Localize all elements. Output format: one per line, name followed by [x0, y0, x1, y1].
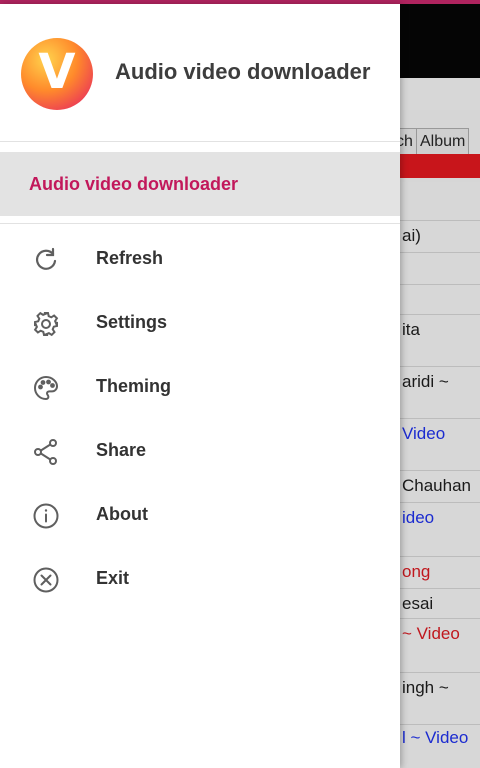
- logo-v-mark: V: [38, 44, 76, 100]
- list-item-divider: [400, 284, 480, 315]
- background-toolbar: [400, 4, 480, 78]
- divider: [0, 223, 400, 224]
- share-icon: [32, 438, 60, 466]
- list-item: l ~ Video: [400, 724, 480, 768]
- drawer-item-refresh[interactable]: Refresh: [0, 228, 400, 292]
- app-logo: V: [21, 38, 93, 110]
- list-item: ita: [400, 314, 480, 365]
- close-circle-icon: [32, 566, 60, 594]
- gear-icon: [32, 310, 60, 338]
- divider: [0, 141, 400, 142]
- drawer-item-share[interactable]: Share: [0, 420, 400, 484]
- drawer-item-settings[interactable]: Settings: [0, 292, 400, 356]
- list-item: aridi ~: [400, 366, 480, 417]
- drawer-item-exit[interactable]: Exit: [0, 548, 400, 612]
- info-icon: [32, 502, 60, 530]
- drawer-item-label: Theming: [96, 376, 171, 396]
- list-item: ingh ~: [400, 672, 480, 723]
- drawer-item-label: Refresh: [96, 248, 164, 268]
- palette-icon: [32, 374, 60, 402]
- drawer-item-label: About: [96, 504, 148, 524]
- list-item: ong: [400, 556, 480, 587]
- list-item: Chauhan: [400, 470, 480, 501]
- drawer-item-label: Share: [96, 440, 147, 460]
- background-tab-album: Album: [416, 128, 470, 156]
- drawer-item-label: Settings: [96, 312, 168, 332]
- list-item: ai): [400, 220, 480, 251]
- navigation-drawer: V Audio video downloader Audio video dow…: [0, 4, 400, 768]
- list-item: Video: [400, 418, 480, 469]
- list-item: ideo: [400, 502, 480, 555]
- drawer-item-audio-video-downloader[interactable]: Audio video downloader: [0, 152, 400, 216]
- background-tab-search: ch: [400, 128, 417, 156]
- refresh-icon: [32, 246, 60, 274]
- list-item-divider: [400, 252, 480, 283]
- drawer-item-about[interactable]: About: [0, 484, 400, 548]
- background-header-bar: [400, 154, 480, 178]
- drawer-item-label: Exit: [96, 568, 130, 588]
- list-item: esai: [400, 588, 480, 619]
- drawer-item-theming[interactable]: Theming: [0, 356, 400, 420]
- drawer-app-title: Audio video downloader: [115, 59, 371, 84]
- list-item: ~ Video: [400, 618, 480, 671]
- background-screen: ch Album ai) ita aridi ~ Video Chauhan i…: [400, 4, 480, 768]
- drawer-item-label: Audio video downloader: [29, 174, 239, 194]
